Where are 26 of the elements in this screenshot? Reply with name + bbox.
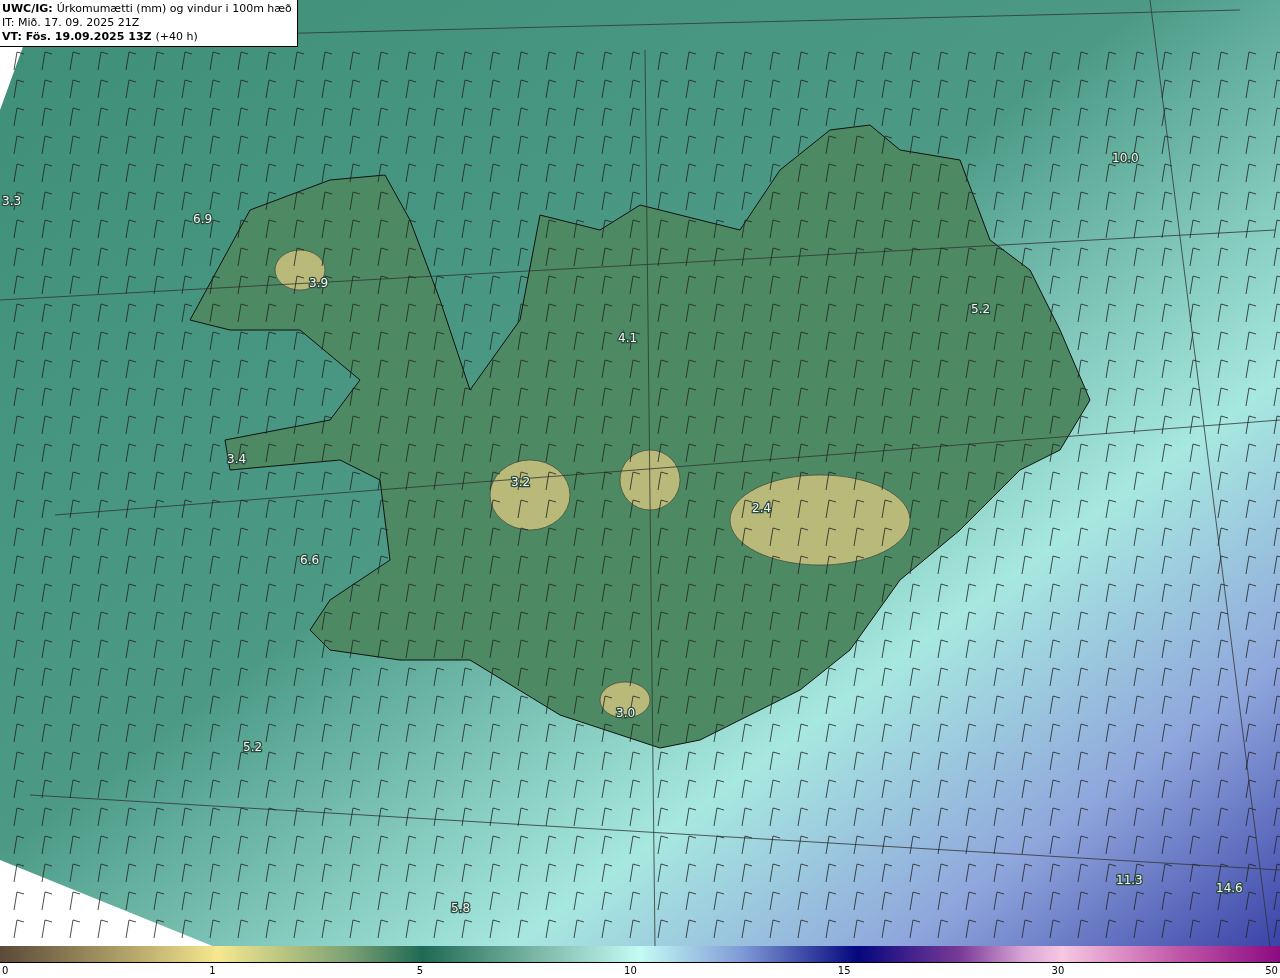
model-name: UWC/IG:	[2, 2, 53, 16]
map-value-label: 5.2	[243, 740, 263, 754]
map-value-label: 6.9	[193, 212, 213, 226]
map-value-label: 3.3	[2, 194, 22, 208]
map-value-label: 5.8	[451, 901, 471, 915]
scale-tick-label: 10	[624, 964, 637, 978]
map-value-label: 3.4	[227, 452, 247, 466]
scale-tick-label: 30	[1051, 964, 1065, 978]
scale-tick-label: 0	[2, 964, 9, 978]
scale-tick-label: 15	[837, 964, 851, 978]
map-value-label: 3.0	[616, 706, 636, 720]
map-value-label: 3.9	[309, 276, 329, 290]
map-value-label: 14.6	[1216, 881, 1243, 895]
map-title: Úrkomumætti (mm) og vindur i 100m hæð	[56, 2, 292, 16]
lead-time: (+40 h)	[155, 30, 198, 44]
map-value-label: 10.0	[1112, 151, 1139, 165]
valid-time: VT: Fös. 19.09.2025 13Z	[2, 30, 152, 44]
map-value-label: 4.1	[618, 331, 638, 345]
map-value-label: 5.2	[971, 302, 991, 316]
map-value-label: 2.4	[752, 501, 772, 515]
init-time: IT: Mið. 17. 09. 2025 21Z	[2, 16, 140, 30]
map-value-label: 6.6	[300, 553, 320, 567]
map-value-label: 11.3	[1116, 873, 1143, 887]
scale-tick-label: 50	[1265, 964, 1278, 978]
scale-tick-label: 1	[209, 964, 216, 978]
scale-tick-label: 5	[416, 964, 424, 978]
